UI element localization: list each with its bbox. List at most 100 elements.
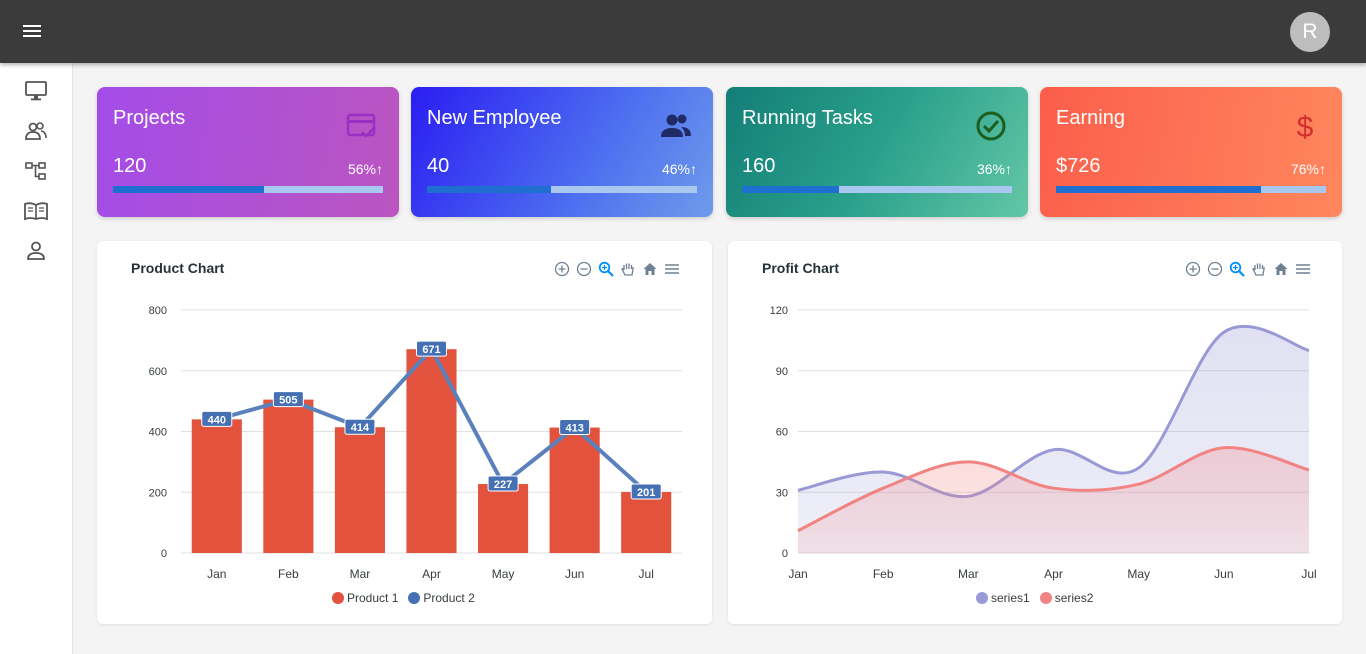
chart-menu-button[interactable] <box>1294 260 1312 278</box>
product-chart[interactable]: 0 200 400 600 800 Jan Feb Mar Apr May Jun Jul 440 505… <box>97 241 712 624</box>
x-tick-label: May <box>492 567 515 581</box>
y-tick-label: 120 <box>770 305 788 317</box>
book-icon <box>24 202 48 221</box>
legend-marker <box>976 592 988 604</box>
legend-marker <box>332 592 344 604</box>
legend-item-product-2[interactable]: Product 2 <box>408 591 475 605</box>
legend-item-product-1[interactable]: Product 1 <box>332 591 398 605</box>
legend-marker <box>408 592 421 604</box>
card-title: Running Tasks <box>742 107 873 129</box>
arrow-up-icon: ↑ <box>690 161 697 177</box>
app-header: R <box>0 0 1366 63</box>
chart-title: Profit Chart <box>762 260 839 276</box>
legend-label: series1 <box>991 591 1030 605</box>
stat-card-projects[interactable]: Projects 120 56%↑ <box>97 87 399 217</box>
zoom-in-icon <box>1185 261 1201 277</box>
users-icon <box>25 122 47 140</box>
arrow-up-icon: ↑ <box>1319 161 1326 177</box>
x-tick-label: Mar <box>350 567 371 581</box>
magnifier-icon <box>1229 261 1245 277</box>
zoom-out-button[interactable] <box>1206 260 1224 278</box>
x-tick-label: Apr <box>1044 567 1063 581</box>
stat-card-earning[interactable]: Earning $ $726 76%↑ <box>1040 87 1342 217</box>
check-circle-icon <box>976 111 1006 141</box>
x-tick-label: Jan <box>788 567 807 581</box>
person-icon <box>27 241 45 260</box>
monitor-icon <box>25 81 47 101</box>
hierarchy-icon <box>25 162 46 180</box>
card-title: Earning <box>1056 107 1125 129</box>
zoom-out-icon <box>1207 261 1223 277</box>
menu-button[interactable] <box>14 13 50 49</box>
dollar-icon: $ <box>1297 111 1314 143</box>
zoom-in-button[interactable] <box>553 260 571 278</box>
sidebar-item-profile[interactable] <box>16 235 56 267</box>
progress-bar <box>427 186 697 193</box>
home-icon <box>1274 263 1288 275</box>
legend-marker <box>1039 592 1052 604</box>
x-tick-label: Jan <box>207 567 226 581</box>
x-tick-label: Feb <box>873 567 894 581</box>
progress-bar <box>113 186 383 193</box>
chart-toolbar <box>1184 259 1312 279</box>
users-icon <box>661 114 691 137</box>
data-label: 440 <box>208 414 226 426</box>
x-tick-label: Jun <box>1214 567 1233 581</box>
legend-label: Product 2 <box>423 591 475 605</box>
menu-icon <box>665 264 679 274</box>
bar <box>621 491 672 553</box>
zoom-in-button[interactable] <box>1184 260 1202 278</box>
zoom-out-button[interactable] <box>575 260 593 278</box>
y-tick-label: 400 <box>149 427 167 439</box>
user-avatar[interactable]: R <box>1290 12 1330 52</box>
y-tick-label: 600 <box>149 366 167 378</box>
sidebar <box>0 63 73 654</box>
selection-zoom-button[interactable] <box>1228 260 1246 278</box>
zoom-in-icon <box>554 261 570 277</box>
profit-chart[interactable]: 0 30 60 90 120 Jan Feb Mar Apr May Jun Jul <box>728 241 1342 624</box>
home-icon <box>643 263 657 275</box>
card-percent: 36%↑ <box>976 161 1012 177</box>
sidebar-item-users[interactable] <box>16 115 56 147</box>
card-percent: 76%↑ <box>1290 161 1326 177</box>
menu-icon <box>1296 264 1310 274</box>
reset-zoom-button[interactable] <box>641 260 659 278</box>
progress-bar <box>742 186 1012 193</box>
data-label: 413 <box>565 423 583 435</box>
arrow-up-icon: ↑ <box>376 161 383 177</box>
chart-title: Product Chart <box>131 260 225 276</box>
legend-item-series1[interactable]: series1 <box>976 591 1030 605</box>
data-label: 201 <box>637 487 655 499</box>
hand-icon <box>1252 263 1265 276</box>
y-tick-label: 30 <box>776 487 788 499</box>
svg-text:$: $ <box>1297 111 1314 143</box>
arrow-up-icon: ↑ <box>1005 161 1012 177</box>
reset-zoom-button[interactable] <box>1272 260 1290 278</box>
bar <box>191 419 242 553</box>
chart-toolbar <box>553 259 681 279</box>
selection-zoom-button[interactable] <box>597 260 615 278</box>
y-tick-label: 0 <box>782 548 788 560</box>
x-tick-label: Jul <box>639 567 654 581</box>
sidebar-item-dashboard[interactable] <box>16 75 56 107</box>
stat-card-running-tasks[interactable]: Running Tasks 160 36%↑ <box>726 87 1028 217</box>
pan-button[interactable] <box>1250 260 1268 278</box>
bar <box>334 427 385 553</box>
y-tick-label: 200 <box>149 487 167 499</box>
x-tick-label: Feb <box>278 567 299 581</box>
stat-card-new-employee[interactable]: New Employee 40 46%↑ <box>411 87 713 217</box>
sidebar-item-hierarchy[interactable] <box>16 155 56 187</box>
y-tick-label: 0 <box>161 548 167 560</box>
profit-chart-panel: 0 30 60 90 120 Jan Feb Mar Apr May Jun Jul Profit C… <box>728 241 1342 624</box>
chart-menu-button[interactable] <box>663 260 681 278</box>
pan-button[interactable] <box>619 260 637 278</box>
card-percent: 46%↑ <box>661 161 697 177</box>
card-title: New Employee <box>427 107 562 129</box>
card-value: 40 <box>427 155 450 177</box>
chart-legend: Product 1 Product 2 <box>332 591 475 605</box>
y-tick-label: 90 <box>776 366 788 378</box>
sidebar-item-docs[interactable] <box>16 195 56 227</box>
legend-item-series2[interactable]: series2 <box>1039 591 1093 605</box>
data-label: 505 <box>279 395 297 407</box>
bar <box>478 484 529 553</box>
